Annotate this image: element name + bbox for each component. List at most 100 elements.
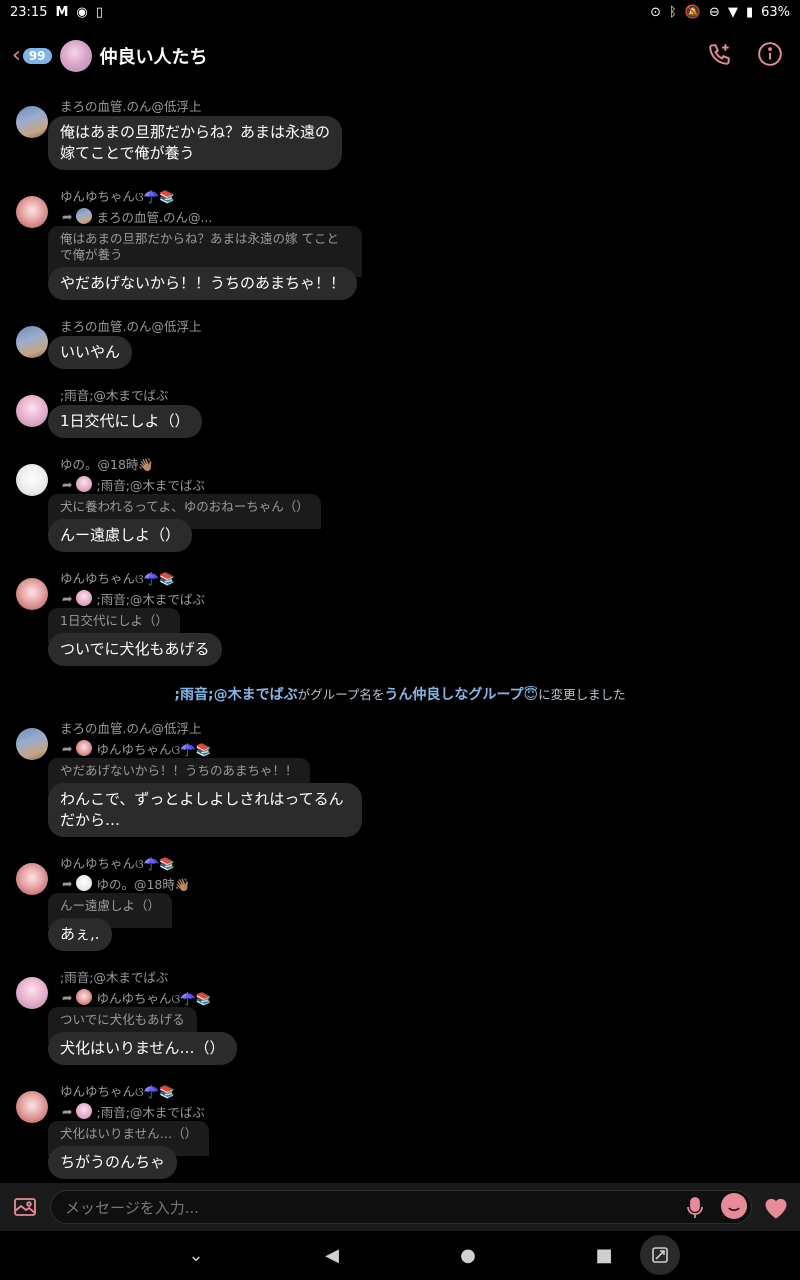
avatar[interactable] bbox=[16, 464, 48, 496]
mute-icon: 🔕 bbox=[684, 4, 702, 20]
message: まろの血管.のん@低浮上 いいやん bbox=[0, 318, 800, 369]
smile-icon bbox=[728, 1207, 740, 1212]
avatar[interactable] bbox=[16, 326, 48, 358]
group-avatar[interactable] bbox=[59, 40, 92, 72]
info-button[interactable] bbox=[756, 40, 784, 68]
system-actor[interactable]: ;雨音;@木までばぶ bbox=[174, 687, 297, 703]
sender-name: ゆんゆちゃんଓ☂️📚 bbox=[60, 1084, 175, 1099]
message: ゆの。@18時👋🏽 ➦ ;雨音;@木までばぶ 犬に養われるってよ、ゆのおねーちゃ… bbox=[0, 456, 800, 552]
reply-sender: ;雨音;@木までばぶ bbox=[96, 477, 205, 493]
message-bubble[interactable]: んー遠慮しよ（） bbox=[48, 519, 193, 552]
like-button[interactable] bbox=[762, 1194, 790, 1224]
message-bubble[interactable]: わんこで、ずっとよしよしされはってるんだから… bbox=[48, 783, 362, 837]
message-bubble[interactable]: 犬化はいりません…（） bbox=[48, 1032, 237, 1065]
message-composer: メッセージを入力... bbox=[0, 1183, 800, 1231]
unread-badge: 99 bbox=[22, 48, 52, 64]
reply-avatar bbox=[76, 590, 93, 606]
message: まろの血管.のん@低浮上 ➦ ゆんゆちゃんଓ☂️📚 やだあげないから！！うちのあ… bbox=[0, 720, 800, 837]
phone-plus-icon bbox=[709, 44, 730, 65]
sender-name: ゆの。@18時👋🏽 bbox=[60, 457, 154, 472]
chevron-left-icon: ‹ bbox=[12, 43, 21, 68]
reply-arrow-icon: ➦ bbox=[62, 476, 73, 492]
battery-percent: 63% bbox=[761, 4, 790, 20]
sender-name: ;雨音;@木までばぶ bbox=[60, 388, 169, 403]
voice-button[interactable] bbox=[685, 1196, 705, 1224]
avatar[interactable] bbox=[16, 106, 48, 138]
emoji-button[interactable] bbox=[721, 1193, 747, 1219]
reply-avatar bbox=[76, 989, 93, 1005]
status-bar: 23:15 M ◉ ▯ ⊙ ᛒ 🔕 ⊖ ▼ ▮ 63% bbox=[0, 0, 800, 24]
reply-to[interactable]: ➦ ゆんゆちゃんଓ☂️📚 bbox=[62, 738, 800, 758]
rotate-screen-button[interactable] bbox=[640, 1235, 680, 1275]
rotate-icon bbox=[652, 1247, 668, 1263]
message-list[interactable]: まろの血管.のん@低浮上 俺はあまの旦那だからね？あまは永遠の嫁てことで俺が養う… bbox=[0, 90, 800, 1180]
chevron-down-icon[interactable]: ⌄ bbox=[182, 1245, 210, 1266]
reply-sender: ;雨音;@木までばぶ bbox=[96, 1104, 205, 1120]
system-notice: ;雨音;@木までばぶがグループ名をうん仲良しなグループ😇に変更しました bbox=[0, 684, 800, 704]
message-input[interactable]: メッセージを入力... bbox=[50, 1190, 752, 1224]
avatar[interactable] bbox=[16, 395, 48, 427]
reply-arrow-icon: ➦ bbox=[62, 1103, 73, 1119]
avatar[interactable] bbox=[16, 196, 48, 228]
message: ゆんゆちゃんଓ☂️📚 ➦ ;雨音;@木までばぶ 犬化はいりません…（） ちがうの… bbox=[0, 1083, 800, 1179]
battery-icon: ▮ bbox=[745, 4, 754, 20]
reply-to[interactable]: ➦ ゆの。@18時👋🏽 bbox=[62, 873, 800, 893]
recents-square-icon[interactable]: ■ bbox=[590, 1245, 618, 1266]
message: ;雨音;@木までばぶ 1日交代にしよ（） bbox=[0, 387, 800, 438]
phone-icon: ▯ bbox=[95, 4, 103, 20]
reply-to[interactable]: ➦ ;雨音;@木までばぶ bbox=[62, 1101, 800, 1121]
reply-avatar bbox=[76, 476, 93, 492]
reply-arrow-icon: ➦ bbox=[62, 740, 73, 756]
reply-arrow-icon: ➦ bbox=[62, 989, 73, 1005]
reply-avatar bbox=[76, 208, 93, 224]
reply-arrow-icon: ➦ bbox=[62, 875, 73, 891]
avatar[interactable] bbox=[16, 728, 48, 760]
avatar[interactable] bbox=[16, 578, 48, 610]
reply-to[interactable]: ➦ ;雨音;@木までばぶ bbox=[62, 588, 800, 608]
reply-avatar bbox=[76, 740, 93, 756]
info-icon bbox=[758, 42, 782, 66]
message-bubble[interactable]: ちがうのんちゃ bbox=[48, 1146, 178, 1179]
sync-icon: ⊙ bbox=[650, 4, 662, 20]
reply-avatar bbox=[76, 1103, 93, 1119]
reply-to[interactable]: ➦ まろの血管.のん@... bbox=[62, 206, 800, 226]
avatar[interactable] bbox=[16, 863, 48, 895]
home-circle-icon[interactable]: ● bbox=[454, 1245, 482, 1266]
message-bubble[interactable]: いいやん bbox=[48, 336, 133, 369]
reply-sender: ;雨音;@木までばぶ bbox=[96, 591, 205, 607]
reply-to[interactable]: ➦ ゆんゆちゃんଓ☂️📚 bbox=[62, 987, 800, 1007]
avatar[interactable] bbox=[16, 977, 48, 1009]
message: ゆんゆちゃんଓ☂️📚 ➦ ;雨音;@木までばぶ 1日交代にしよ（） ついでに犬化… bbox=[0, 570, 800, 666]
microphone-icon bbox=[687, 1197, 703, 1218]
message-bubble[interactable]: 俺はあまの旦那だからね？あまは永遠の嫁てことで俺が養う bbox=[48, 116, 342, 170]
image-attach-button[interactable] bbox=[12, 1194, 38, 1220]
sender-name: ;雨音;@木までばぶ bbox=[60, 970, 169, 985]
message-input-placeholder: メッセージを入力... bbox=[65, 1198, 200, 1217]
sender-name: まろの血管.のん@低浮上 bbox=[60, 99, 202, 114]
avatar[interactable] bbox=[16, 1091, 48, 1123]
system-text: がグループ名を bbox=[297, 687, 385, 702]
reply-sender: まろの血管.のん@... bbox=[96, 209, 213, 225]
message-bubble[interactable]: ついでに犬化もあげる bbox=[48, 633, 222, 666]
reply-to[interactable]: ➦ ;雨音;@木までばぶ bbox=[62, 474, 800, 494]
system-group-name: うん仲良しなグループ😇 bbox=[384, 687, 539, 703]
wifi-icon: ▼ bbox=[727, 4, 738, 20]
gmail-icon: M bbox=[55, 4, 69, 20]
heart-icon bbox=[765, 1198, 787, 1219]
add-call-button[interactable] bbox=[706, 40, 734, 68]
reply-sender: ゆんゆちゃんଓ☂️📚 bbox=[96, 990, 212, 1006]
message-bubble[interactable]: やだあげないから！！うちのあまちゃ！！ bbox=[48, 267, 358, 300]
bluetooth-icon: ᛒ bbox=[669, 4, 677, 20]
group-title[interactable]: 仲良い人たち bbox=[100, 43, 208, 69]
message-bubble[interactable]: あぇ,. bbox=[48, 918, 112, 951]
message: ;雨音;@木までばぶ ➦ ゆんゆちゃんଓ☂️📚 ついでに犬化もあげる 犬化はいり… bbox=[0, 969, 800, 1065]
system-nav-bar: ⌄ ◀ ● ■ bbox=[0, 1231, 800, 1280]
sender-name: まろの血管.のん@低浮上 bbox=[60, 319, 202, 334]
message: ゆんゆちゃんଓ☂️📚 ➦ ゆの。@18時👋🏽 んー遠慮しよ（） あぇ,. bbox=[0, 855, 800, 951]
back-button[interactable]: ‹ 99 bbox=[12, 45, 52, 67]
reply-sender: ゆんゆちゃんଓ☂️📚 bbox=[96, 741, 212, 757]
chat-header: ‹ 99 仲良い人たち bbox=[0, 30, 800, 82]
message-bubble[interactable]: 1日交代にしよ（） bbox=[48, 405, 202, 438]
back-triangle-icon[interactable]: ◀ bbox=[318, 1245, 346, 1266]
reply-arrow-icon: ➦ bbox=[62, 590, 73, 606]
